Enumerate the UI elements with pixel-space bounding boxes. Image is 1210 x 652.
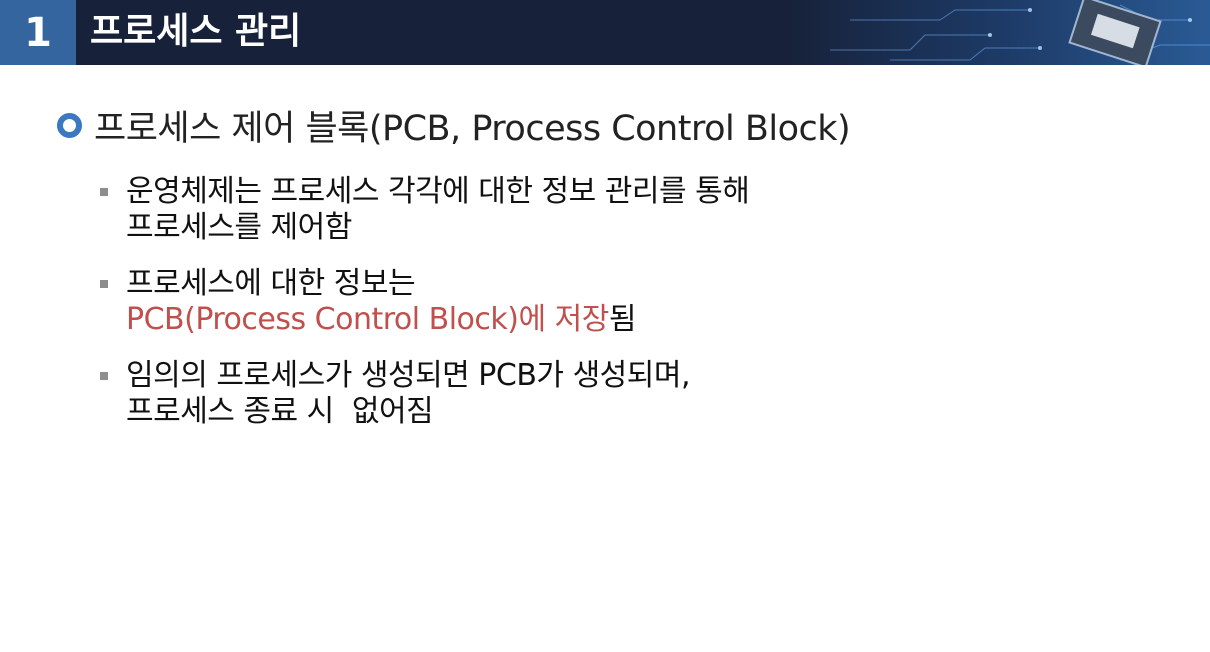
bullet-line: 프로세스 종료 시 없어짐 xyxy=(126,394,434,429)
bullet-line-rest: 됨 xyxy=(608,302,637,337)
square-bullet-icon xyxy=(100,280,108,288)
highlight-text: PCB(Process Control Block)에 저장 xyxy=(126,302,609,337)
list-item: 임의의 프로세스가 생성되면 PCB가 생성되며, 프로세스 종료 시 없어짐 xyxy=(100,358,749,430)
bullet-line: PCB(Process Control Block)에 저장됨 xyxy=(126,302,749,338)
square-bullet-icon xyxy=(100,372,108,380)
square-bullet-icon xyxy=(100,188,108,196)
bullet-line: 임의의 프로세스가 생성되면 PCB가 생성되며, xyxy=(126,358,691,393)
heading-text: 프로세스 제어 블록(PCB, Process Control Block) xyxy=(94,109,851,149)
bullet-line: 프로세스를 제어함 xyxy=(126,210,352,245)
slide-header: 1 프로세스 관리 xyxy=(0,0,1210,65)
list-item: 운영체제는 프로세스 각각에 대한 정보 관리를 통해 프로세스를 제어함 xyxy=(100,174,750,246)
circuit-chip-icon xyxy=(790,0,1210,65)
section-number: 1 xyxy=(0,0,76,65)
bullet-line: 운영체제는 프로세스 각각에 대한 정보 관리를 통해 xyxy=(126,174,750,209)
bullet-list: 운영체제는 프로세스 각각에 대한 정보 관리를 통해 프로세스를 제어함 프로… xyxy=(100,174,750,450)
section-title: 프로세스 관리 xyxy=(90,11,302,52)
pcb-heading: 프로세스 제어 블록(PCB, Process Control Block) xyxy=(57,100,851,151)
list-item: 프로세스에 대한 정보는 PCB(Process Control Block)에… xyxy=(100,266,749,338)
bullet-line: 프로세스에 대한 정보는 xyxy=(126,266,416,301)
ring-bullet-icon xyxy=(57,113,82,138)
